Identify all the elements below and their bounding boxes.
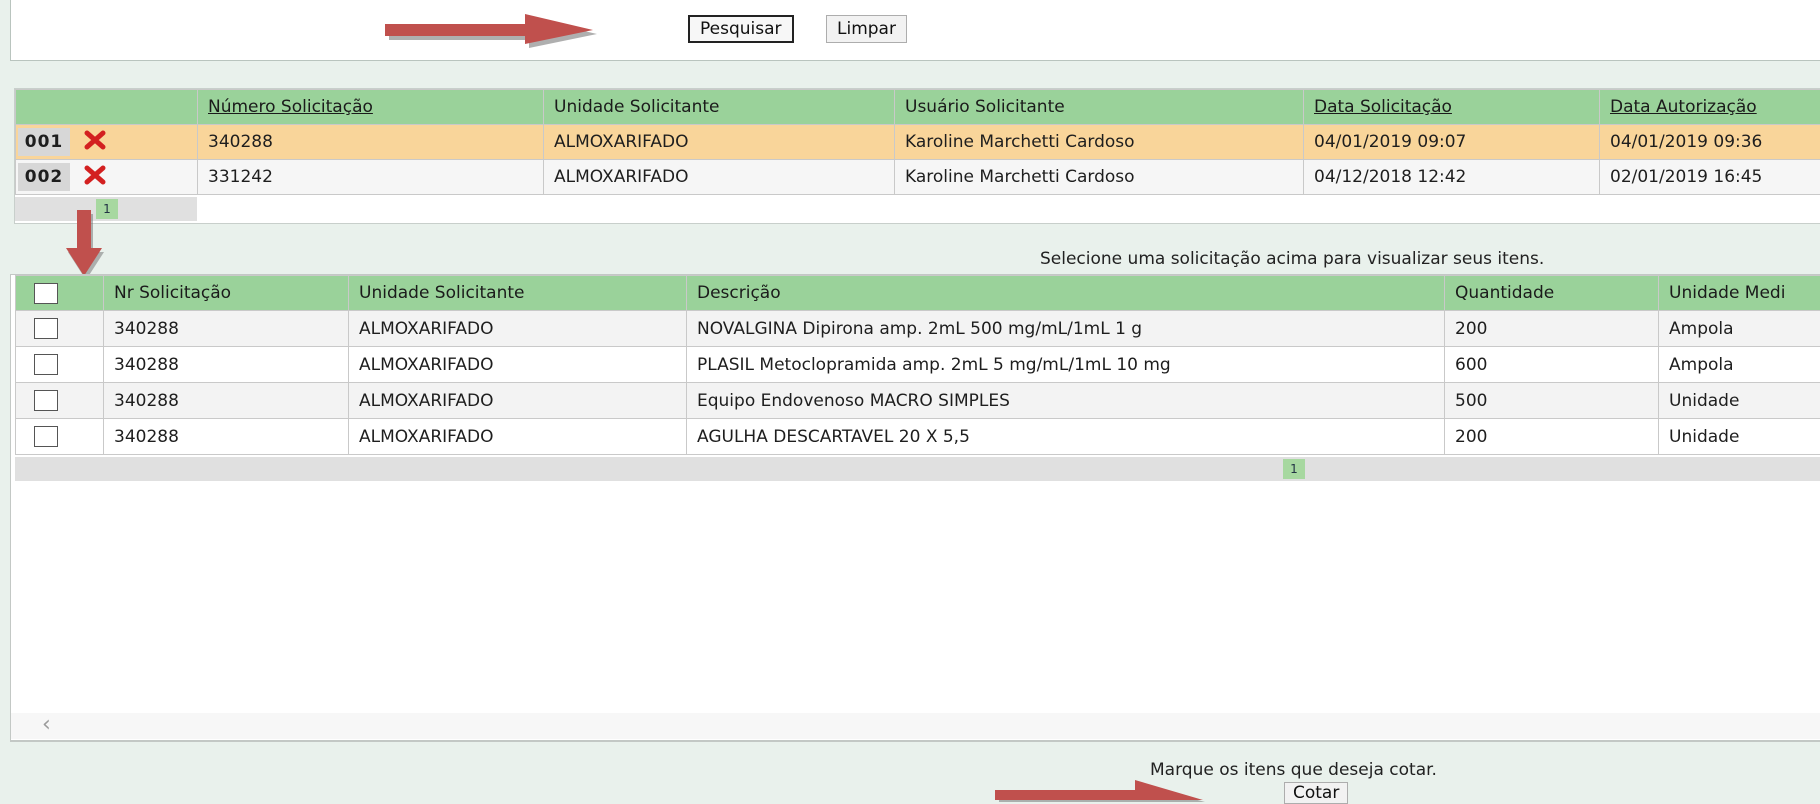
header-data-solicitacao[interactable]: Data Solicitação — [1304, 90, 1600, 125]
cell-data-autorizacao: 04/01/2019 09:36 — [1600, 125, 1820, 160]
row-number[interactable]: 001 — [18, 128, 70, 156]
item-checkbox[interactable] — [34, 426, 58, 447]
item-select-cell — [16, 347, 104, 383]
item-checkbox[interactable] — [34, 354, 58, 375]
cell-usuario: Karoline Marchetti Cardoso — [895, 160, 1304, 195]
request-row[interactable]: 002 331242 ALMOXARIFADO Karoline Marchet… — [16, 160, 1820, 195]
annotation-arrow-right-icon — [385, 14, 600, 50]
items-page-1[interactable]: 1 — [1283, 459, 1305, 479]
cell-data-solicitacao: 04/01/2019 09:07 — [1304, 125, 1600, 160]
cell-nr: 340288 — [104, 311, 349, 347]
cell-unidade: ALMOXARIFADO — [349, 419, 687, 455]
cell-nr: 340288 — [104, 383, 349, 419]
cell-descricao: NOVALGINA Dipirona amp. 2mL 500 mg/mL/1m… — [687, 311, 1445, 347]
cell-unidade: ALMOXARIFADO — [544, 125, 895, 160]
search-panel — [10, 0, 1820, 61]
cell-data-autorizacao: 02/01/2019 16:45 — [1600, 160, 1820, 195]
items-hint: Selecione uma solicitação acima para vis… — [1040, 249, 1544, 269]
cell-nr: 340288 — [104, 347, 349, 383]
annotation-arrow-down-icon — [66, 210, 106, 282]
delete-x-icon[interactable] — [84, 165, 106, 190]
cell-quantidade: 500 — [1445, 383, 1659, 419]
clear-button[interactable]: Limpar — [826, 15, 907, 43]
cell-nr: 340288 — [104, 419, 349, 455]
item-select-cell — [16, 419, 104, 455]
cell-unidade: ALMOXARIFADO — [349, 311, 687, 347]
item-select-cell — [16, 383, 104, 419]
cell-data-solicitacao: 04/12/2018 12:42 — [1304, 160, 1600, 195]
items-header-row: Nr Solicitação Unidade Solicitante Descr… — [16, 276, 1820, 311]
item-row[interactable]: 340288 ALMOXARIFADO AGULHA DESCARTAVEL 2… — [16, 419, 1820, 455]
cell-unidade-medida: Ampola — [1659, 347, 1820, 383]
item-row[interactable]: 340288 ALMOXARIFADO Equipo Endovenoso MA… — [16, 383, 1820, 419]
divider — [10, 740, 1820, 741]
row-number[interactable]: 002 — [18, 163, 70, 191]
items-pager — [15, 457, 1820, 481]
item-checkbox[interactable] — [34, 390, 58, 411]
header-usuario-solicitante: Usuário Solicitante — [895, 90, 1304, 125]
header-quantidade: Quantidade — [1445, 276, 1659, 311]
cell-numero: 331242 — [198, 160, 544, 195]
cell-numero: 340288 — [198, 125, 544, 160]
cell-descricao: PLASIL Metoclopramida amp. 2mL 5 mg/mL/1… — [687, 347, 1445, 383]
cell-unidade-medida: Unidade — [1659, 419, 1820, 455]
row-actions-cell: 001 — [16, 125, 198, 160]
cell-unidade-medida: Unidade — [1659, 383, 1820, 419]
item-select-cell — [16, 311, 104, 347]
items-grid-panel: Nr Solicitação Unidade Solicitante Descr… — [10, 274, 1820, 742]
items-table: Nr Solicitação Unidade Solicitante Descr… — [15, 275, 1820, 455]
cell-unidade: ALMOXARIFADO — [544, 160, 895, 195]
header-unidade-solicitante: Unidade Solicitante — [544, 90, 895, 125]
item-row[interactable]: 340288 ALMOXARIFADO NOVALGINA Dipirona a… — [16, 311, 1820, 347]
header-actions — [16, 90, 198, 125]
requests-header-row: Número Solicitação Unidade Solicitante U… — [16, 90, 1820, 125]
header-nr-solicitacao: Nr Solicitação — [104, 276, 349, 311]
quote-button[interactable]: Cotar — [1284, 782, 1348, 804]
select-all-checkbox[interactable] — [34, 283, 58, 304]
scroll-left-icon[interactable]: ‹ — [42, 712, 51, 737]
horizontal-scrollbar[interactable] — [11, 713, 1820, 739]
delete-x-icon[interactable] — [84, 130, 106, 155]
header-select-all — [16, 276, 104, 311]
cell-quantidade: 200 — [1445, 311, 1659, 347]
annotation-arrow-right-icon — [995, 780, 1210, 803]
header-data-autorizacao[interactable]: Data Autorização — [1600, 90, 1820, 125]
cell-unidade-medida: Ampola — [1659, 311, 1820, 347]
cell-quantidade: 200 — [1445, 419, 1659, 455]
header-unidade-solicitante: Unidade Solicitante — [349, 276, 687, 311]
cell-usuario: Karoline Marchetti Cardoso — [895, 125, 1304, 160]
cell-quantidade: 600 — [1445, 347, 1659, 383]
requests-grid-panel: Número Solicitação Unidade Solicitante U… — [14, 88, 1820, 224]
item-checkbox[interactable] — [34, 318, 58, 339]
row-actions-cell: 002 — [16, 160, 198, 195]
cell-unidade: ALMOXARIFADO — [349, 347, 687, 383]
cell-unidade: ALMOXARIFADO — [349, 383, 687, 419]
header-unidade-medida: Unidade Medi — [1659, 276, 1820, 311]
header-descricao: Descrição — [687, 276, 1445, 311]
request-row[interactable]: 001 340288 ALMOXARIFADO Karoline Marchet… — [16, 125, 1820, 160]
footer-hint: Marque os itens que deseja cotar. — [1150, 760, 1437, 780]
search-button[interactable]: Pesquisar — [688, 15, 794, 43]
cell-descricao: AGULHA DESCARTAVEL 20 X 5,5 — [687, 419, 1445, 455]
requests-table: Número Solicitação Unidade Solicitante U… — [15, 89, 1820, 195]
item-row[interactable]: 340288 ALMOXARIFADO PLASIL Metoclopramid… — [16, 347, 1820, 383]
header-numero-solicitacao[interactable]: Número Solicitação — [198, 90, 544, 125]
cell-descricao: Equipo Endovenoso MACRO SIMPLES — [687, 383, 1445, 419]
